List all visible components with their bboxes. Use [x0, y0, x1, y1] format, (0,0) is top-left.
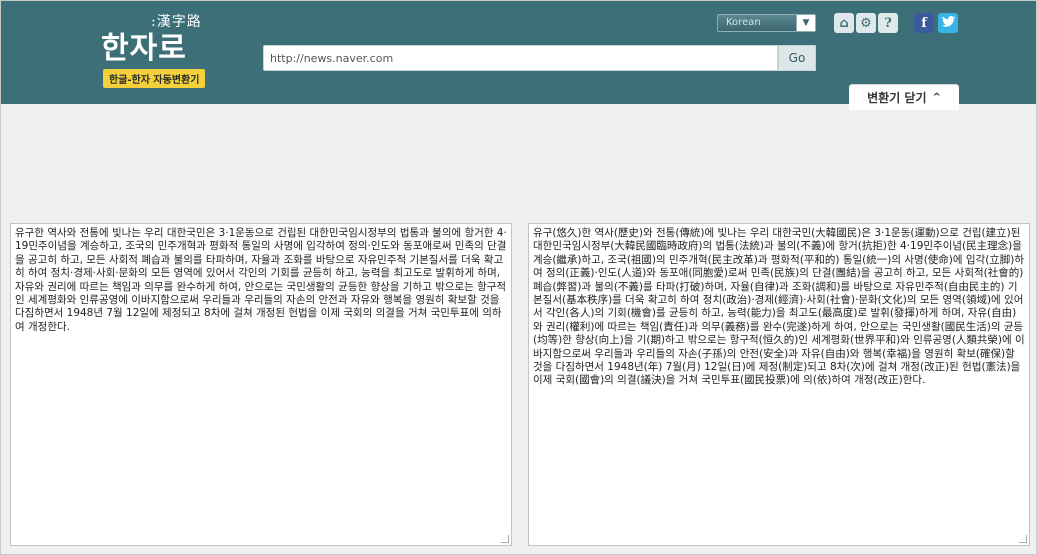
twitter-icon — [941, 15, 955, 31]
logo-title[interactable]: 한자로 — [101, 23, 187, 67]
help-button[interactable]: ? — [878, 13, 898, 33]
input-textarea[interactable]: 유구한 역사와 전통에 빛나는 우리 대한국민은 3·1운동으로 건립된 대한민… — [10, 223, 512, 546]
home-button[interactable]: ⌂ — [834, 13, 854, 33]
help-icon: ? — [884, 15, 892, 31]
gear-icon: ⚙ — [860, 15, 872, 31]
home-icon: ⌂ — [839, 15, 849, 31]
resize-handle-icon[interactable] — [501, 535, 509, 543]
facebook-button[interactable]: f — [914, 13, 934, 33]
twitter-button[interactable] — [938, 13, 958, 33]
output-text: 유구(悠久)한 역사(歷史)와 전통(傳統)에 빛나는 우리 대한국민(大韓國民… — [533, 227, 1025, 387]
language-select[interactable]: Korean ▼ — [717, 14, 816, 32]
chevron-down-icon[interactable]: ▼ — [796, 15, 815, 31]
logo-tagline: 한글-한자 자동변환기 — [103, 69, 206, 88]
url-input[interactable] — [264, 46, 777, 70]
language-select-value: Korean — [726, 17, 761, 28]
url-input-wrapper — [263, 45, 778, 71]
close-converter-label: 변환기 닫기 — [867, 91, 927, 105]
resize-handle-icon[interactable] — [1019, 535, 1027, 543]
go-button[interactable]: Go — [778, 45, 816, 71]
close-converter-tab[interactable]: 변환기 닫기 ^ — [849, 85, 959, 110]
output-textarea[interactable]: 유구(悠久)한 역사(歷史)와 전통(傳統)에 빛나는 우리 대한국민(大韓國民… — [528, 223, 1030, 546]
facebook-icon: f — [921, 15, 927, 31]
input-text: 유구한 역사와 전통에 빛나는 우리 대한국민은 3·1운동으로 건립된 대한민… — [15, 227, 507, 333]
chevron-up-icon: ^ — [932, 92, 941, 103]
settings-button[interactable]: ⚙ — [856, 13, 876, 33]
